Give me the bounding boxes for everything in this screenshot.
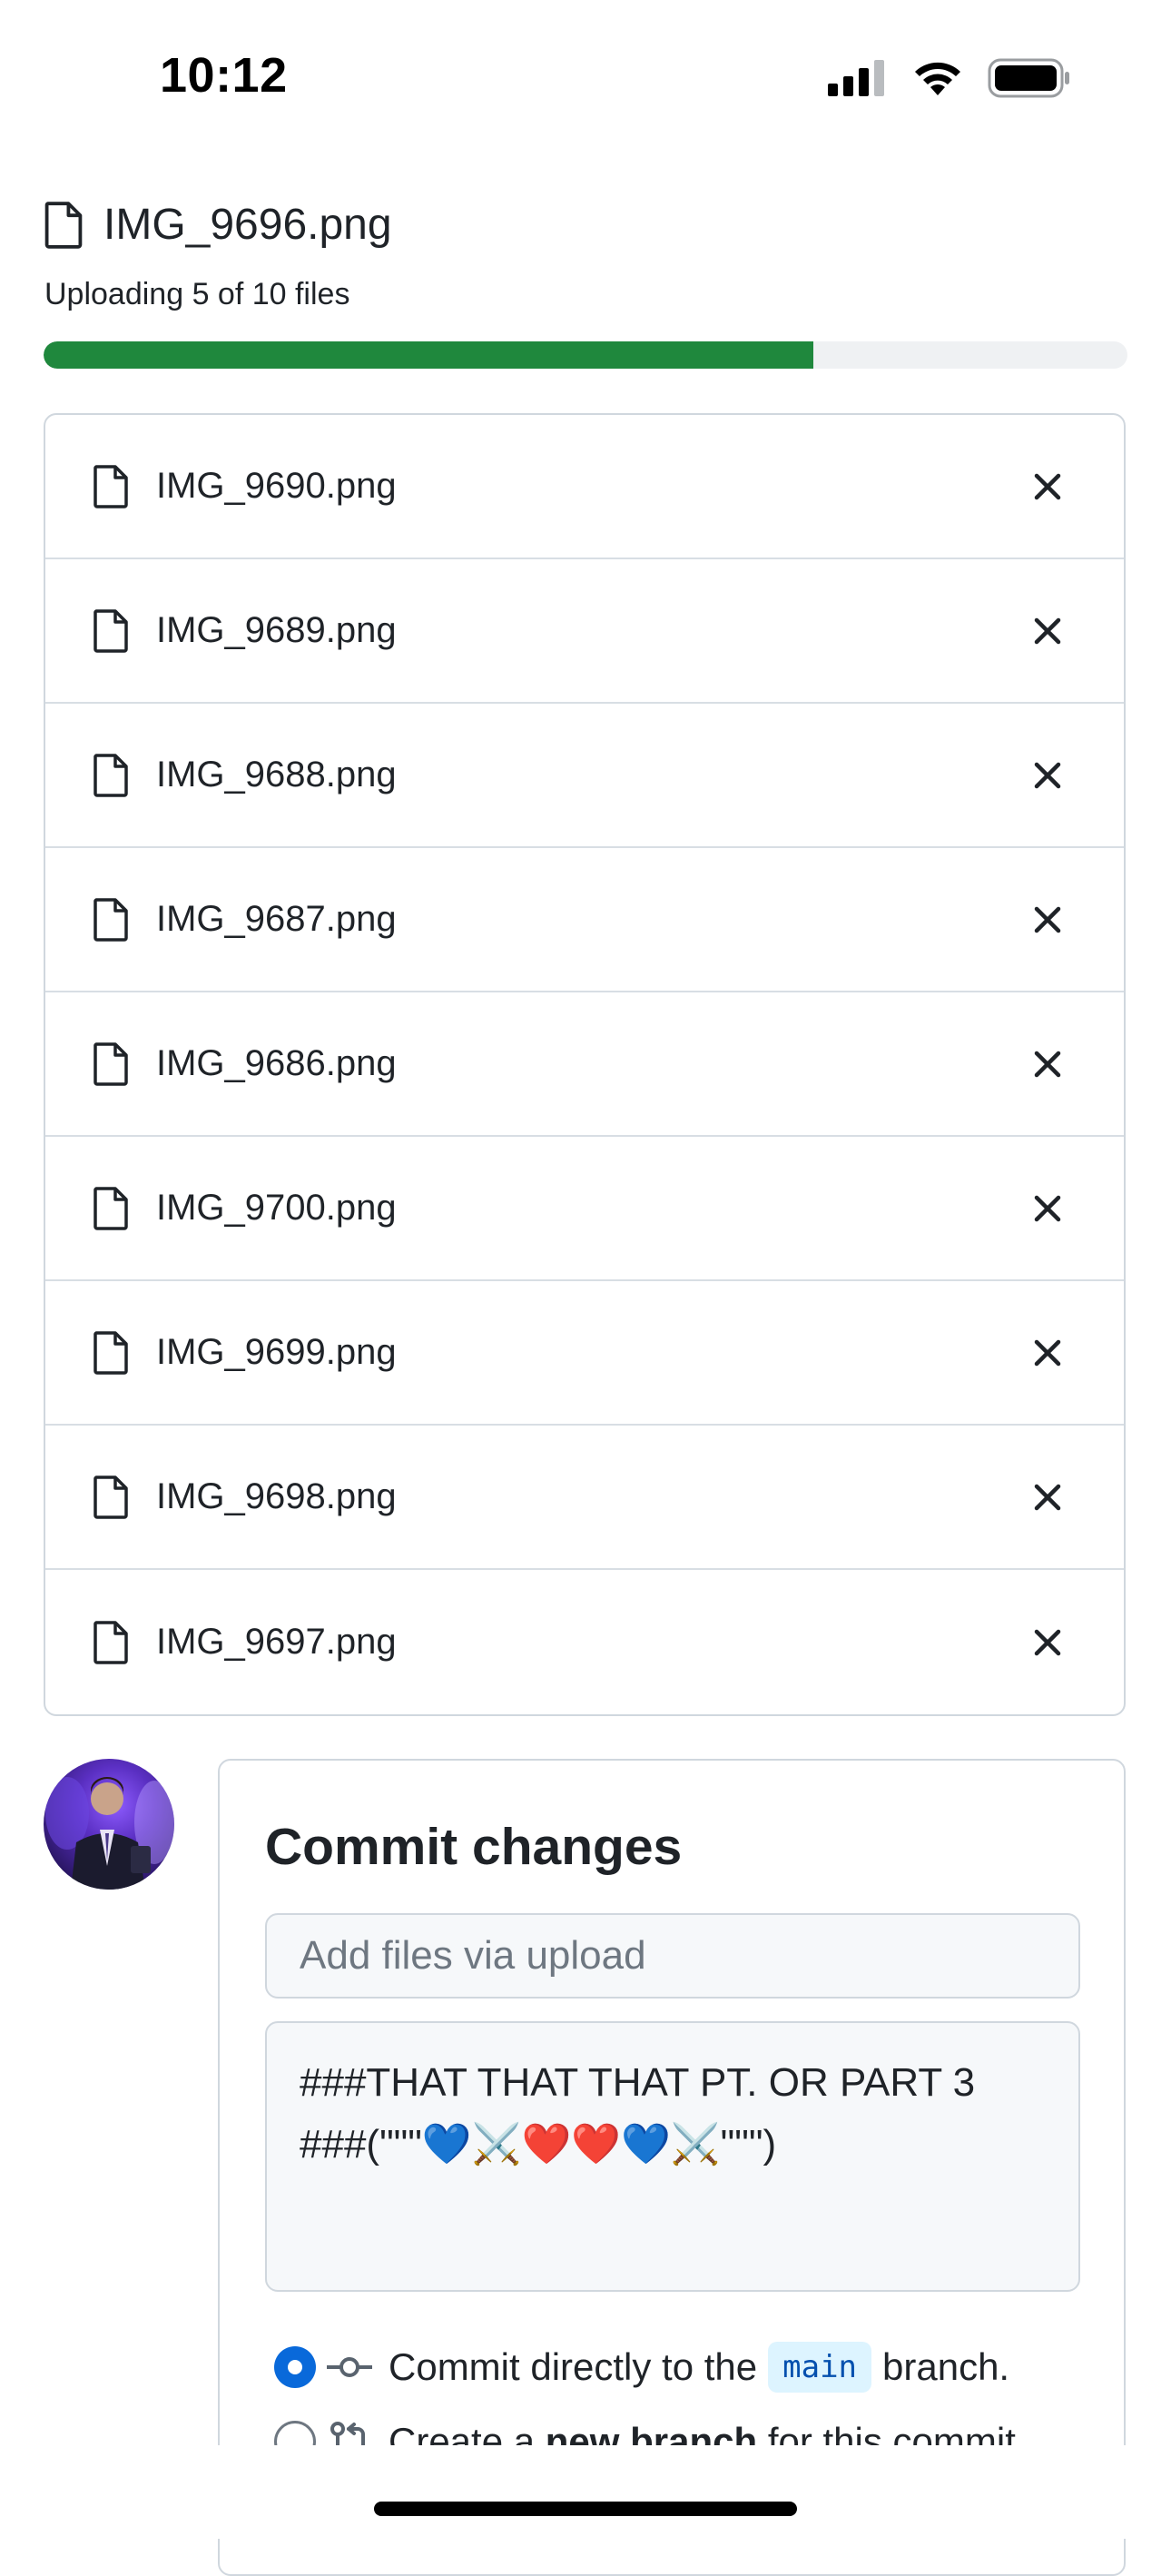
close-icon bbox=[1033, 1483, 1062, 1512]
commit-description-input[interactable]: ###THAT THAT THAT PT. OR PART 3 ###("""💙… bbox=[265, 2021, 1080, 2292]
file-row: IMG_9689.png bbox=[45, 559, 1124, 704]
file-row: IMG_9687.png bbox=[45, 848, 1124, 992]
remove-file-button[interactable] bbox=[1022, 461, 1073, 512]
upload-progress-bar bbox=[44, 341, 1127, 369]
commit-summary-input[interactable] bbox=[265, 1913, 1080, 1999]
file-name: IMG_9688.png bbox=[156, 755, 397, 795]
file-icon bbox=[93, 897, 129, 942]
close-icon bbox=[1033, 761, 1062, 790]
remove-file-button[interactable] bbox=[1022, 1472, 1073, 1523]
remove-file-button[interactable] bbox=[1022, 1617, 1073, 1668]
avatar-image bbox=[45, 1777, 174, 1890]
current-file-name: IMG_9696.png bbox=[103, 201, 392, 249]
file-icon bbox=[93, 1620, 129, 1664]
file-row: IMG_9698.png bbox=[45, 1426, 1124, 1570]
file-icon bbox=[93, 1330, 129, 1375]
file-icon bbox=[93, 464, 129, 508]
commit-direct-option[interactable]: Commit directly to the main branch. bbox=[274, 2342, 1009, 2393]
remove-file-button[interactable] bbox=[1022, 894, 1073, 945]
close-icon bbox=[1033, 1628, 1062, 1657]
commit-direct-radio[interactable] bbox=[274, 2346, 316, 2388]
close-icon bbox=[1033, 617, 1062, 646]
git-commit-icon bbox=[327, 2357, 372, 2377]
file-row: IMG_9697.png bbox=[45, 1570, 1124, 1714]
remove-file-button[interactable] bbox=[1022, 1183, 1073, 1234]
commit-direct-suffix: branch. bbox=[882, 2345, 1010, 2388]
commit-direct-prefix: Commit directly to the bbox=[389, 2345, 758, 2388]
remove-file-button[interactable] bbox=[1022, 606, 1073, 656]
file-name: IMG_9690.png bbox=[156, 466, 397, 506]
status-bar: 10:12 bbox=[0, 0, 1171, 154]
close-icon bbox=[1033, 472, 1062, 501]
file-name: IMG_9687.png bbox=[156, 899, 397, 939]
file-row: IMG_9686.png bbox=[45, 992, 1124, 1137]
status-time: 10:12 bbox=[160, 48, 288, 103]
close-icon bbox=[1033, 1194, 1062, 1223]
status-icons bbox=[828, 58, 1071, 98]
close-icon bbox=[1033, 1050, 1062, 1079]
remove-file-button[interactable] bbox=[1022, 750, 1073, 801]
close-icon bbox=[1033, 905, 1062, 934]
file-name: IMG_9686.png bbox=[156, 1043, 397, 1083]
file-icon bbox=[93, 1186, 129, 1230]
file-icon bbox=[93, 1475, 129, 1519]
remove-file-button[interactable] bbox=[1022, 1327, 1073, 1378]
branch-name-badge: main bbox=[768, 2342, 872, 2393]
file-name: IMG_9689.png bbox=[156, 610, 397, 650]
close-icon bbox=[1033, 1338, 1062, 1367]
file-row: IMG_9700.png bbox=[45, 1137, 1124, 1281]
file-row: IMG_9699.png bbox=[45, 1281, 1124, 1426]
file-name: IMG_9698.png bbox=[156, 1476, 397, 1516]
battery-icon bbox=[988, 58, 1069, 98]
file-name: IMG_9699.png bbox=[156, 1332, 397, 1372]
file-icon bbox=[93, 753, 129, 797]
cellular-signal-icon bbox=[828, 60, 884, 96]
wifi-icon bbox=[915, 62, 960, 95]
file-icon bbox=[93, 1041, 129, 1086]
file-name: IMG_9700.png bbox=[156, 1188, 397, 1228]
file-icon bbox=[93, 608, 129, 653]
avatar bbox=[44, 1759, 174, 1890]
remove-file-button[interactable] bbox=[1022, 1039, 1073, 1090]
file-row: IMG_9688.png bbox=[45, 704, 1124, 848]
file-icon bbox=[44, 201, 83, 249]
upload-status-text: Uploading 5 of 10 files bbox=[44, 277, 350, 311]
file-list: IMG_9690.png IMG_9689.png IMG_9688.png IMG_… bbox=[44, 413, 1126, 1716]
bottom-safe-area bbox=[0, 2445, 1171, 2539]
file-name: IMG_9697.png bbox=[156, 1622, 397, 1662]
upload-progress-fill bbox=[44, 341, 813, 369]
commit-title: Commit changes bbox=[265, 1818, 683, 1876]
home-indicator bbox=[374, 2502, 797, 2516]
current-upload-file: IMG_9696.png bbox=[44, 200, 392, 250]
file-row: IMG_9690.png bbox=[45, 415, 1124, 559]
